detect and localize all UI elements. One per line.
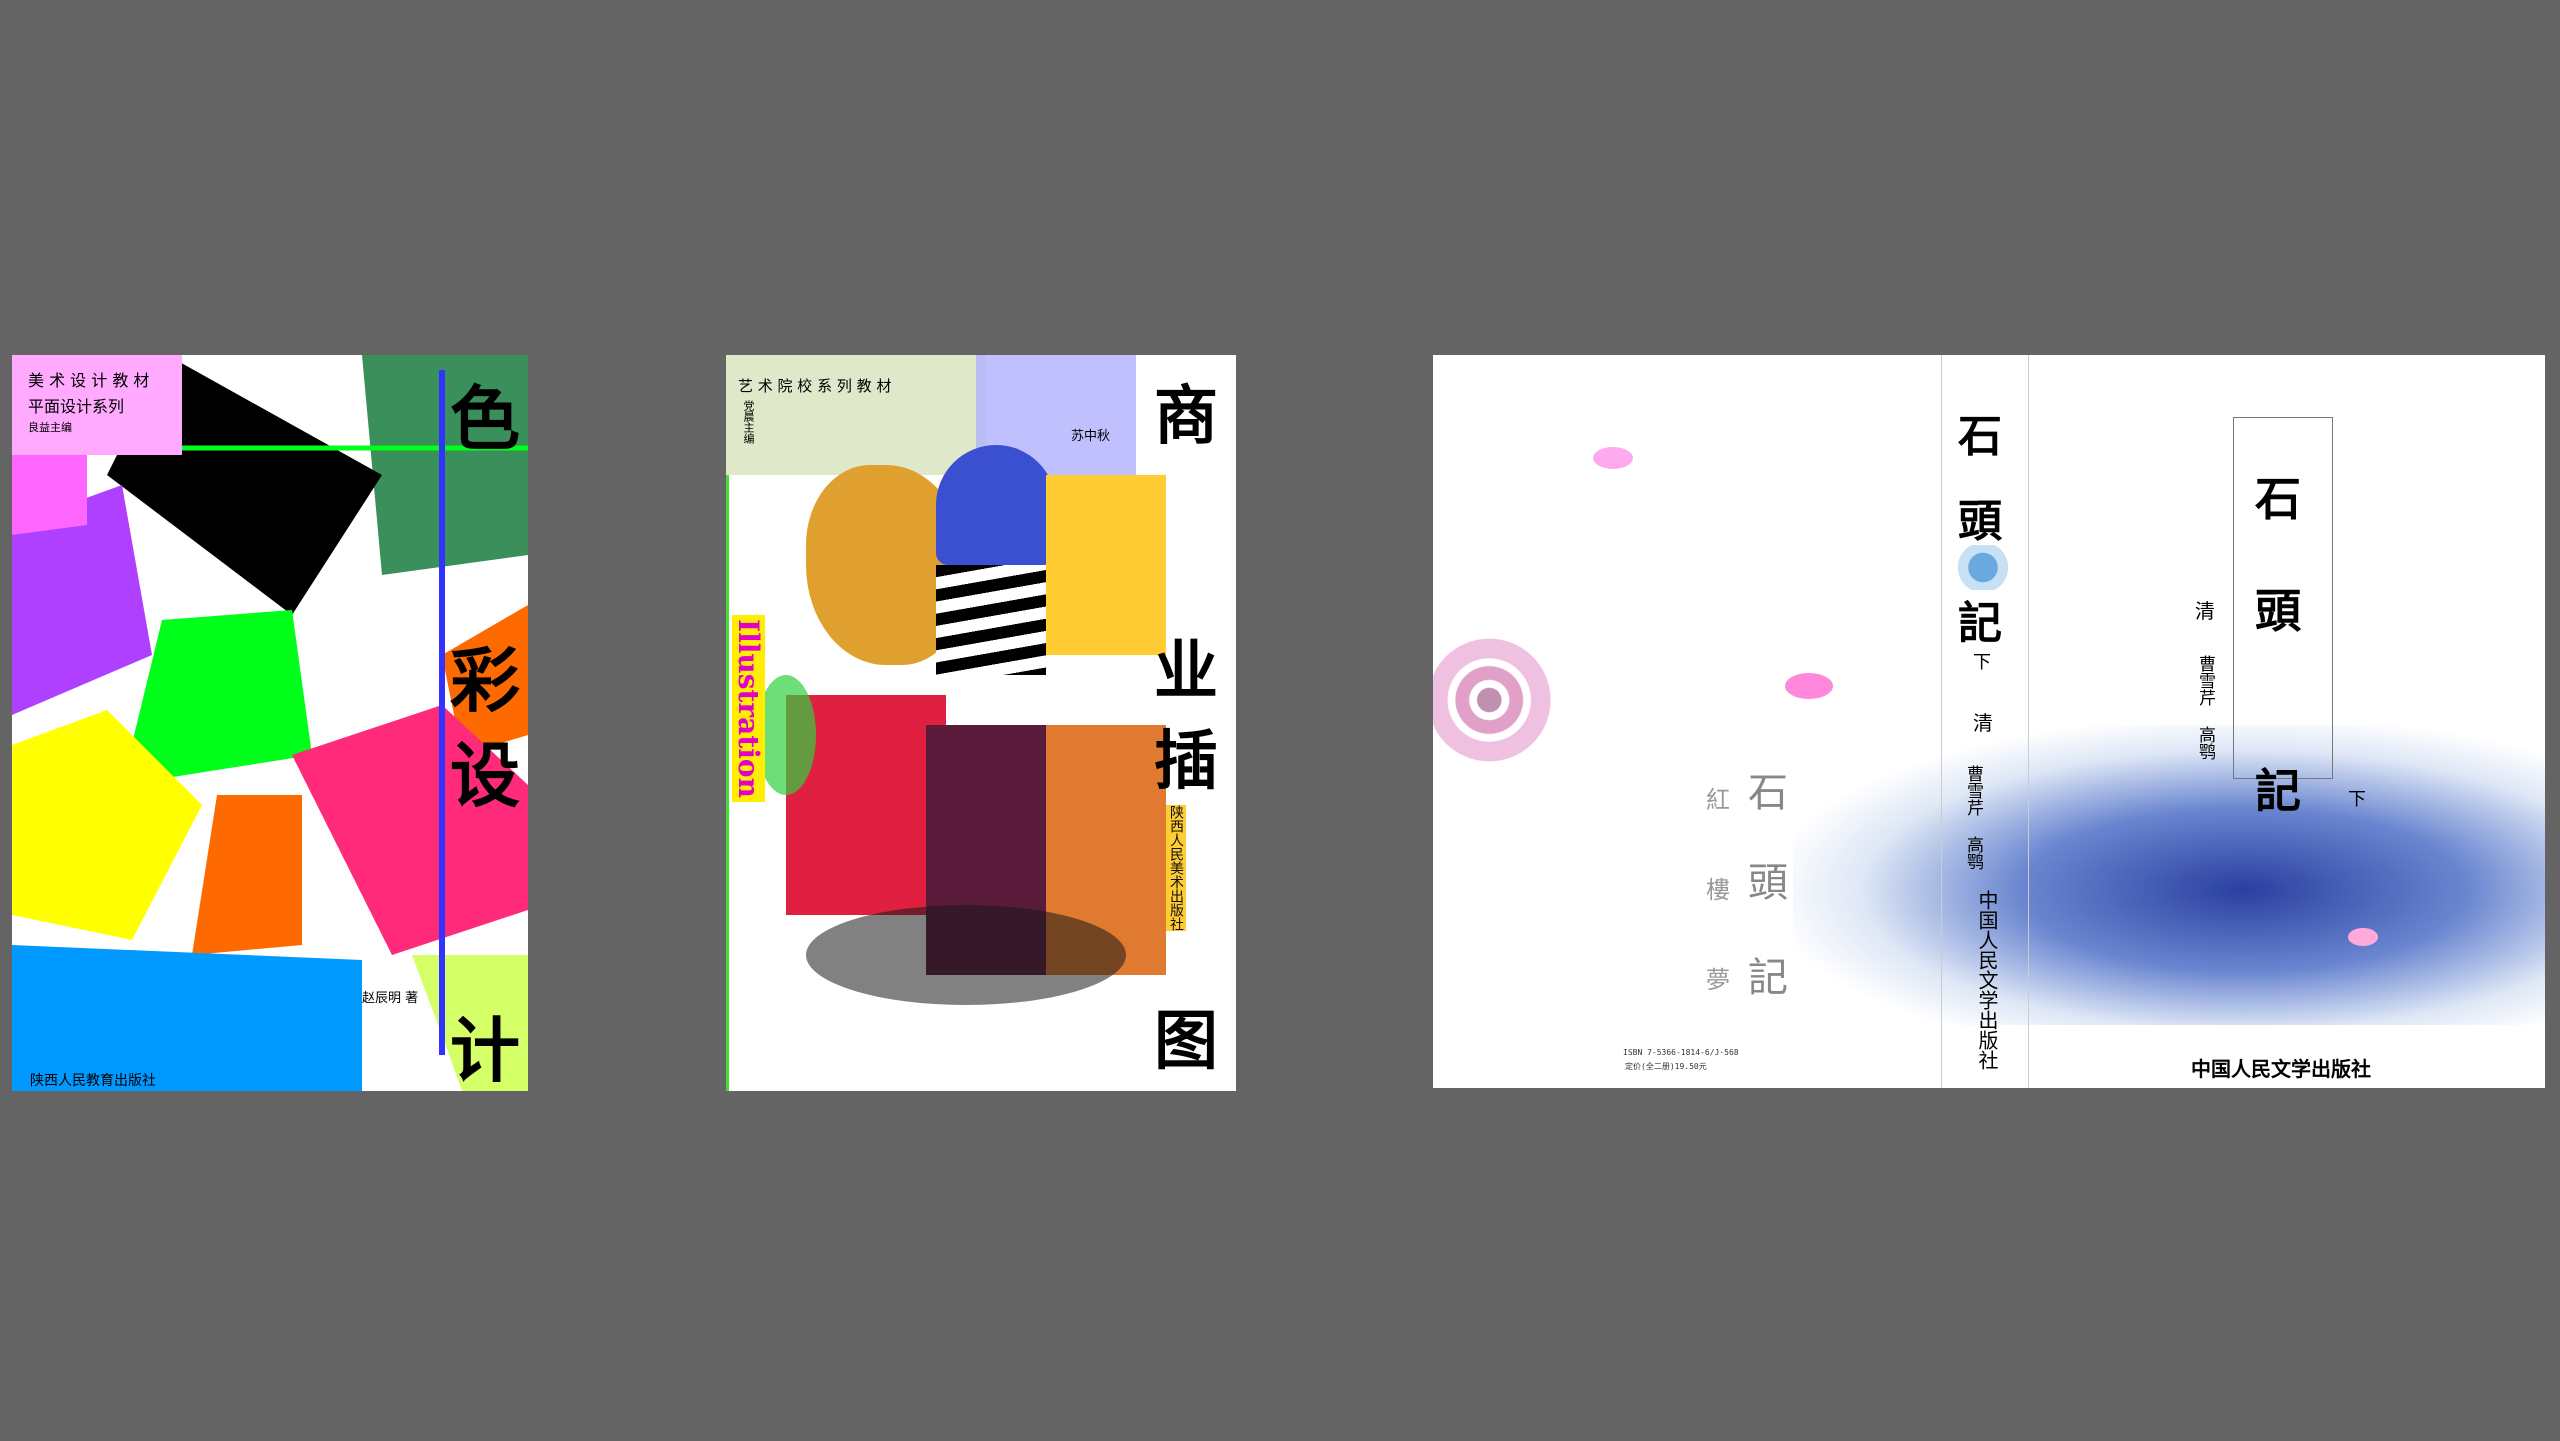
cover2-woman-stripes <box>936 565 1046 675</box>
spine-title-char-1: 石 <box>1958 411 2002 462</box>
cover1-series-line2: 平面设计系列 <box>28 397 125 416</box>
cover2-title-char-2: 业 <box>1154 635 1218 709</box>
cover3-spine-line-left <box>1941 355 1942 1088</box>
spine-volume: 下 <box>1973 652 1991 673</box>
cover3-petal-1 <box>1593 447 1633 469</box>
cover1-author: 赵辰明 著 <box>362 991 419 1006</box>
cover2-green-blur <box>756 675 816 795</box>
cover1-title-char-2: 彩 <box>450 640 520 722</box>
cover-commercial-illustration[interactable]: 艺 术 院 校 系 列 教 材 党晨主编 苏中秋 Illustration 陕西… <box>726 355 1236 1091</box>
cover2-woman-top <box>936 445 1056 565</box>
shape-lavender <box>12 455 87 535</box>
cover2-title-char-4: 图 <box>1154 1005 1218 1079</box>
front-author: 曹雪芹 高鹗 <box>2195 655 2215 760</box>
cover3-water-art <box>1793 725 2545 1025</box>
back-title-char-1: 石 <box>1748 770 1788 816</box>
cover2-vertical-word: Illustration <box>732 615 765 802</box>
front-title-char-2: 頭 <box>2255 584 2301 638</box>
front-publisher: 中国人民文学出版社 <box>2191 1057 2371 1081</box>
cover-color-design[interactable]: 美 术 设 计 教 材 平面设计系列 良益主编 色 彩 设 计 赵辰明 著 陕西… <box>12 355 528 1091</box>
back-subtitle-char-2: 樓 <box>1706 876 1730 904</box>
back-title-char-2: 頭 <box>1748 860 1788 906</box>
spine-dynasty: 清 <box>1973 711 1993 735</box>
front-title-char-1: 石 <box>2255 472 2301 526</box>
cover2-editor: 党晨主编 <box>742 400 755 444</box>
cover-stone-story-spread[interactable]: 石 頭 記 紅 樓 夢 ISBN 7-5366-1814-6/J·568 定价(… <box>1433 355 2545 1088</box>
cover2-spine-publisher: 陕西人民美术出版社 <box>1166 805 1186 931</box>
cover1-publisher: 陕西人民教育出版社 <box>30 1073 156 1089</box>
cover2-title-char-3: 插 <box>1154 725 1218 799</box>
back-title-char-3: 記 <box>1748 955 1788 1001</box>
cover2-collage <box>756 445 1166 1005</box>
back-subtitle-char-1: 紅 <box>1706 786 1730 814</box>
cover1-title-char-4: 计 <box>450 1010 520 1091</box>
cover2-author: 苏中秋 <box>1071 429 1111 444</box>
cover1-series-line1: 美 术 设 计 教 材 <box>28 371 150 390</box>
back-price: 定价(全二册)19.50元 <box>1625 1062 1707 1071</box>
cover3-cloud-art <box>1433 630 1558 770</box>
back-isbn: ISBN 7-5366-1814-6/J·568 <box>1623 1048 1739 1057</box>
spine-publisher: 中国人民文学出版社 <box>1975 890 1999 1070</box>
cover3-petal-3 <box>2348 928 2378 946</box>
front-volume: 下 <box>2348 789 2366 810</box>
cover2-title-char-1: 商 <box>1154 380 1218 454</box>
cover2-shadow <box>806 905 1126 1005</box>
shape-orange-left <box>192 795 302 955</box>
back-subtitle-char-3: 夢 <box>1706 966 1730 994</box>
spine-title-char-3: 記 <box>1958 598 2002 649</box>
spine-author: 曹雪芹 高鹗 <box>1963 765 1983 870</box>
cover1-title-char-3: 设 <box>450 735 520 817</box>
cover2-yellow-flames <box>1046 475 1166 655</box>
cover2-series: 艺 术 院 校 系 列 教 材 <box>738 377 892 395</box>
cover1-title-char-1: 色 <box>450 378 520 460</box>
spine-title-char-2: 頭 <box>1958 496 2002 547</box>
cover1-editor: 良益主编 <box>28 421 72 434</box>
cover3-spine-line-right <box>2028 355 2029 1088</box>
front-dynasty: 清 <box>2195 599 2215 623</box>
front-title-char-3: 記 <box>2255 764 2301 818</box>
cover3-petal-2 <box>1785 673 1833 699</box>
cover3-spine-cloud <box>1948 545 2018 590</box>
